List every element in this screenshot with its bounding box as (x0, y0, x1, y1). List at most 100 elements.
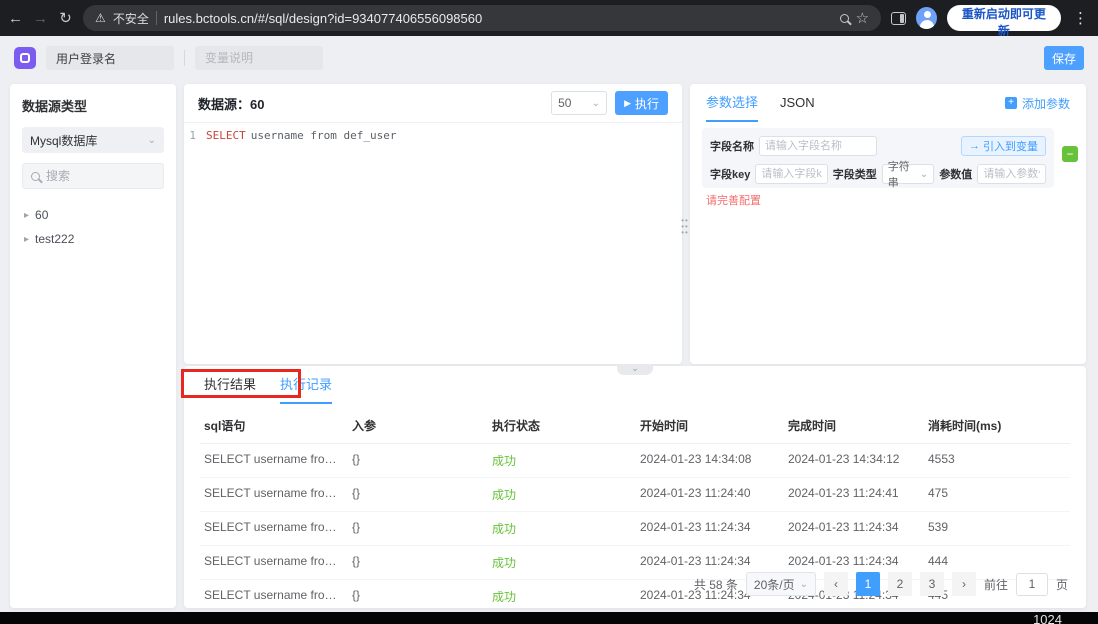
sql-code-editor[interactable]: 1 SELECT username from def_user (184, 122, 682, 357)
chevron-down-icon: ⌄ (148, 135, 156, 146)
caret-right-icon: ▸ (24, 210, 29, 221)
side-panel-icon[interactable] (891, 12, 906, 25)
browser-chrome: ← → ↻ ⚠ 不安全 rules.bctools.cn/#/sql/desig… (0, 0, 1098, 36)
total-count: 共 58 条 (694, 576, 738, 593)
page-size-value: 20条/页 (754, 576, 795, 593)
status-badge: 成功 (488, 580, 636, 614)
next-page-button[interactable]: › (952, 572, 976, 596)
col-header-sql: sql语句 (200, 408, 348, 444)
field-type-select[interactable]: 字符串 ⌄ (882, 164, 935, 184)
add-param-label: 添加参数 (1022, 95, 1070, 112)
collapse-handle[interactable]: ⌄ (617, 364, 653, 375)
search-input[interactable] (46, 169, 146, 183)
field-name-label: 字段名称 (710, 138, 754, 154)
splitter-drag-handle[interactable]: •• •• •• (680, 218, 690, 236)
add-param-button[interactable]: + 添加参数 (1005, 95, 1070, 112)
page-button-2[interactable]: 2 (888, 572, 912, 596)
col-header-status: 执行状态 (488, 408, 636, 444)
tree-item-60[interactable]: ▸ 60 (22, 203, 164, 227)
param-value-input[interactable] (977, 164, 1046, 184)
row-end-time: 2024-01-23 11:24:41 (784, 478, 924, 512)
save-button[interactable]: 保存 (1044, 46, 1084, 70)
chevron-down-icon: ⌄ (920, 169, 928, 180)
run-button[interactable]: ▶ 执行 (615, 91, 668, 115)
zoom-icon[interactable] (840, 14, 849, 23)
row-start-time: 2024-01-23 11:24:40 (636, 478, 784, 512)
status-badge: 成功 (488, 546, 636, 580)
tab-json[interactable]: JSON (780, 84, 815, 122)
field-name-input[interactable] (759, 136, 877, 156)
col-header-cost: 消耗时间(ms) (924, 408, 1070, 444)
login-name-box[interactable]: 用户登录名 (46, 46, 174, 70)
tree-item-test222[interactable]: ▸ test222 (22, 227, 164, 251)
screenshot-root: ← → ↻ ⚠ 不安全 rules.bctools.cn/#/sql/desig… (0, 0, 1098, 624)
chevron-down-icon: ⌄ (592, 98, 600, 109)
back-icon[interactable]: ← (8, 10, 23, 27)
refresh-icon[interactable]: ↻ (58, 9, 73, 27)
app-page: 用户登录名 保存 数据源类型 Mysql数据库 ⌄ ▸ 60 ▸ (0, 36, 1098, 612)
sql-keyword: SELECT (206, 129, 246, 142)
goto-page-input[interactable] (1016, 573, 1048, 596)
security-warning-icon[interactable]: ⚠ (95, 11, 106, 25)
row-sql: SELECT username from def_... (200, 580, 348, 614)
security-label[interactable]: 不安全 (113, 10, 149, 27)
status-badge: 成功 (488, 478, 636, 512)
datasource-title: 数据源：60 (198, 94, 264, 113)
plus-icon: + (1005, 97, 1017, 109)
drag-dots-icon: •• (681, 230, 689, 236)
limit-select[interactable]: 50 ⌄ (551, 91, 607, 115)
chrome-update-button[interactable]: 重新启动即可更新 (947, 5, 1061, 31)
profile-avatar[interactable] (916, 7, 937, 29)
row-params: {} (348, 512, 488, 546)
tab-param-select[interactable]: 参数选择 (706, 84, 758, 122)
import-label: 引入到变量 (983, 138, 1038, 154)
line-number: 1 (184, 129, 206, 142)
remove-param-button[interactable]: − (1062, 146, 1078, 162)
editor-header: 数据源：60 50 ⌄ ▶ 执行 (184, 84, 682, 122)
play-icon: ▶ (624, 98, 631, 109)
sidebar-title: 数据源类型 (22, 96, 164, 115)
config-warning-text: 请完善配置 (706, 192, 761, 208)
tab-exec-history[interactable]: 执行记录 (280, 366, 332, 404)
row-cost: 475 (924, 478, 1070, 512)
results-card: ⌄ 执行结果 执行记录 sql语句 入参 执行状态 开始时间 完成时间 消耗时间… (184, 366, 1086, 608)
row-cost: 539 (924, 512, 1070, 546)
col-header-params: 入参 (348, 408, 488, 444)
row-params: {} (348, 580, 488, 614)
limit-value: 50 (558, 96, 592, 110)
forward-icon[interactable]: → (33, 10, 48, 27)
chrome-menu-icon[interactable]: ⋮ (1071, 9, 1090, 27)
row-sql: SELECT username from def_... (200, 512, 348, 546)
login-name-text: 用户登录名 (56, 50, 116, 67)
col-header-end: 完成时间 (784, 408, 924, 444)
page-button-1[interactable]: 1 (856, 572, 880, 596)
run-label: 执行 (635, 95, 659, 112)
row-end-time: 2024-01-23 14:34:12 (784, 444, 924, 478)
datasource-type-value: Mysql数据库 (30, 132, 148, 149)
address-bar[interactable]: ⚠ 不安全 rules.bctools.cn/#/sql/design?id=9… (83, 5, 881, 31)
row-sql: SELECT username from def_... (200, 546, 348, 580)
app-logo[interactable] (14, 47, 36, 69)
datasource-type-select[interactable]: Mysql数据库 ⌄ (22, 127, 164, 153)
import-icon: → (969, 140, 980, 152)
chevron-down-icon: ⌄ (631, 363, 639, 373)
search-box[interactable] (22, 163, 164, 189)
page-button-3[interactable]: 3 (920, 572, 944, 596)
url-text[interactable]: rules.bctools.cn/#/sql/design?id=9340774… (164, 11, 482, 26)
row-end-time: 2024-01-23 11:24:34 (784, 512, 924, 546)
param-row-1: 字段名称 → 引入到变量 (710, 136, 1046, 156)
tab-exec-result[interactable]: 执行结果 (204, 366, 256, 404)
field-key-label: 字段key (710, 166, 750, 182)
page-size-select[interactable]: 20条/页 ⌄ (746, 572, 816, 596)
sql-text: username from def_user (251, 129, 397, 142)
param-row-2: 字段key 字段类型 字符串 ⌄ 参数值 (710, 164, 1046, 184)
variable-desc-input[interactable] (195, 46, 323, 70)
import-to-variable-button[interactable]: → 引入到变量 (961, 136, 1046, 156)
tree-item-label: test222 (35, 232, 74, 246)
prev-page-button[interactable]: ‹ (824, 572, 848, 596)
row-cost: 4553 (924, 444, 1070, 478)
field-key-input[interactable] (755, 164, 827, 184)
caret-right-icon: ▸ (24, 234, 29, 245)
goto-label: 前往 (984, 576, 1008, 593)
bookmark-star-icon[interactable]: ☆ (856, 9, 869, 27)
